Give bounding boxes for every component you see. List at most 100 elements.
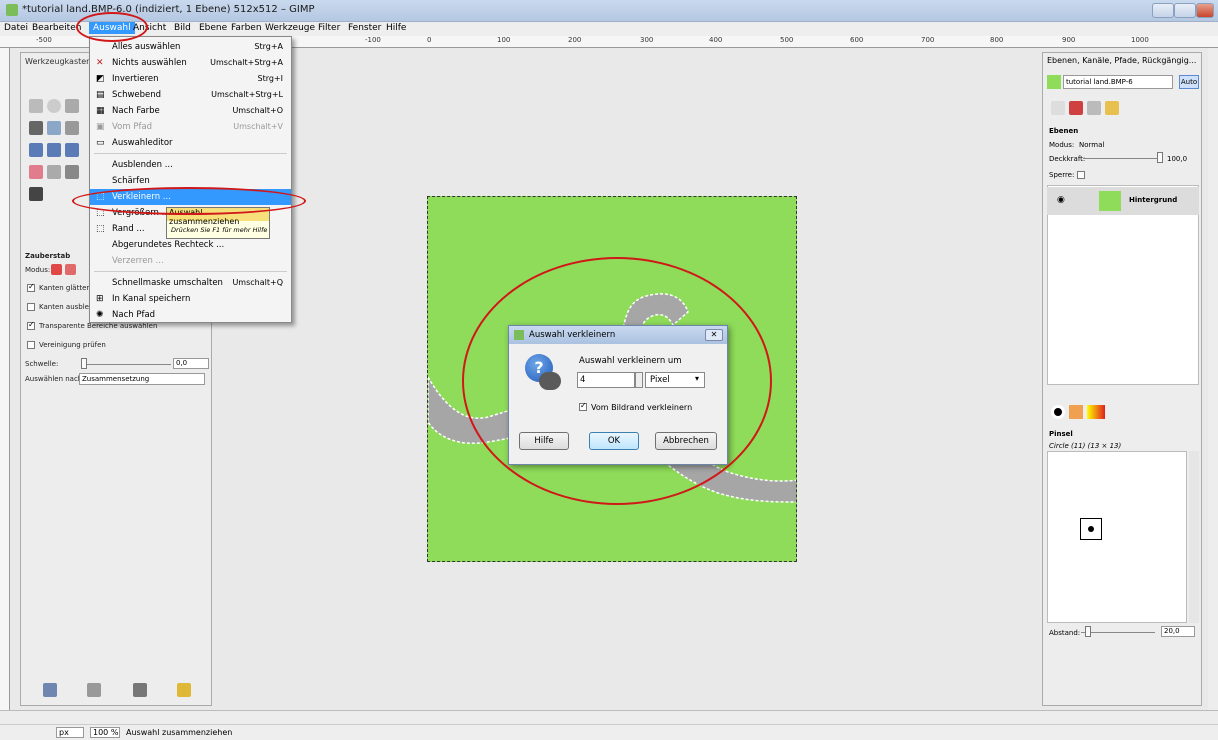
ruler-label: 200	[568, 36, 582, 44]
opacity-slider-handle[interactable]	[1157, 152, 1163, 163]
feather-checkbox[interactable]	[27, 303, 35, 311]
spacing-input[interactable]: 20,0	[1161, 626, 1195, 637]
delete-options-icon[interactable]	[133, 683, 147, 697]
paths-icon[interactable]	[29, 121, 43, 135]
mode-add-icon[interactable]	[65, 264, 76, 275]
reset-options-icon[interactable]	[177, 683, 191, 697]
brush-name: Circle (11) (13 × 13)	[1049, 442, 1122, 450]
save-options-icon[interactable]	[43, 683, 57, 697]
menu-item-label: Rand ...	[112, 224, 145, 234]
layers-tab-icon[interactable]	[1051, 101, 1065, 115]
restore-options-icon[interactable]	[87, 683, 101, 697]
menu-bild[interactable]: Bild	[174, 23, 191, 33]
menu-farben[interactable]: Farben	[231, 23, 262, 33]
spacing-slider-handle[interactable]	[1085, 626, 1091, 637]
menu-item[interactable]: Schnellmaske umschalten Umschalt+Q	[90, 275, 291, 291]
menu-item[interactable]: ▭ Auswahleditor	[90, 135, 291, 151]
menu-item-label: Ausblenden ...	[112, 160, 173, 170]
lock-pixels-checkbox[interactable]	[1077, 171, 1085, 179]
layer-mode-value[interactable]: Normal	[1079, 141, 1104, 149]
menu-bearbeiten[interactable]: Bearbeiten	[32, 23, 81, 33]
menu-item[interactable]: ✕ Nichts auswählen Umschalt+Strg+A	[90, 55, 291, 71]
layer-row[interactable]: ◉ Hintergrund	[1047, 187, 1199, 215]
menu-separator	[94, 271, 287, 272]
menu-item-shortcut: Umschalt+Q	[232, 278, 283, 287]
ruler-label: -500	[36, 36, 52, 44]
ruler-label: 300	[640, 36, 654, 44]
brush-scrollbar[interactable]	[1189, 451, 1199, 623]
menu-item[interactable]: ▤ Schwebend Umschalt+Strg+L	[90, 87, 291, 103]
paths-tab-icon[interactable]	[1087, 101, 1101, 115]
menu-item-icon: ⬚	[96, 224, 105, 234]
brushes-tab-icon[interactable]	[1051, 405, 1065, 419]
layer-mode-label: Modus:	[1049, 141, 1075, 149]
select-by-label: Auswählen nach:	[25, 375, 85, 383]
ruler-label: 900	[1062, 36, 1076, 44]
gradients-tab-icon[interactable]	[1087, 405, 1105, 419]
patterns-tab-icon[interactable]	[1069, 405, 1083, 419]
menu-item-label: Nichts auswählen	[112, 58, 187, 68]
layers-label: Ebenen	[1049, 127, 1079, 135]
menu-hilfe[interactable]: Hilfe	[386, 23, 406, 33]
channels-tab-icon[interactable]	[1069, 101, 1083, 115]
opacity-value[interactable]: 100,0	[1167, 155, 1187, 163]
menu-filter[interactable]: Filter	[318, 23, 340, 33]
mode-replace-icon[interactable]	[51, 264, 62, 275]
brush-grid[interactable]	[1047, 451, 1187, 623]
lasso-icon[interactable]	[65, 99, 79, 113]
undo-tab-icon[interactable]	[1105, 101, 1119, 115]
airbrush-icon[interactable]	[47, 165, 61, 179]
menu-bar: Datei Bearbeiten Auswahl Ansicht Bild Eb…	[0, 22, 1218, 36]
close-window-button[interactable]	[1196, 3, 1214, 18]
menu-werkzeuge[interactable]: Werkzeuge	[265, 23, 315, 33]
menu-item-icon: ▤	[96, 90, 105, 100]
transparent-checkbox[interactable]	[27, 320, 35, 330]
menu-item[interactable]: ◩ Invertieren Strg+I	[90, 71, 291, 87]
zoom-select[interactable]: 100 %	[90, 727, 120, 738]
menu-item-icon: ⊞	[96, 294, 104, 304]
menu-item: Verzerren ...	[90, 253, 291, 269]
ellipse-select-icon[interactable]	[47, 99, 61, 113]
unit-select[interactable]: px	[56, 727, 84, 738]
rect-select-icon[interactable]	[29, 99, 43, 113]
tool-options-title: Zauberstab	[25, 252, 71, 260]
flip-icon[interactable]	[65, 143, 79, 157]
menu-item[interactable]: ⊞ In Kanal speichern	[90, 291, 291, 307]
minimize-button[interactable]	[1152, 3, 1174, 18]
menu-ebene[interactable]: Ebene	[199, 23, 227, 33]
horizontal-scrollbar[interactable]	[0, 710, 1218, 724]
layers-dock: Ebenen, Kanäle, Pfade, Rückgängig... tut…	[1042, 52, 1202, 706]
align-icon[interactable]	[29, 143, 43, 157]
window-title: *tutorial land.BMP-6.0 (indiziert, 1 Ebe…	[22, 4, 315, 15]
threshold-slider-handle[interactable]	[81, 358, 87, 369]
auto-button[interactable]: Auto	[1179, 75, 1199, 89]
menu-item[interactable]: ▦ Nach Farbe Umschalt+O	[90, 103, 291, 119]
menu-fenster[interactable]: Fenster	[348, 23, 381, 33]
menu-datei[interactable]: Datei	[4, 23, 28, 33]
eye-icon[interactable]: ◉	[1057, 195, 1065, 205]
status-bar: px 100 % Auswahl zusammenziehen	[0, 724, 1218, 740]
antialias-label: Kanten glätten	[39, 284, 91, 292]
status-message: Auswahl zusammenziehen	[126, 728, 233, 737]
maximize-button[interactable]	[1174, 3, 1196, 18]
select-by-dropdown[interactable]: Zusammensetzung	[79, 373, 205, 385]
layers-list	[1047, 185, 1199, 385]
menu-separator	[94, 153, 287, 154]
menu-item-shortcut: Umschalt+O	[232, 106, 283, 115]
menu-item-label: Alles auswählen	[112, 42, 181, 52]
menu-item[interactable]: ✺ Nach Pfad	[90, 307, 291, 323]
image-select-dropdown[interactable]: tutorial land.BMP-6	[1063, 75, 1173, 89]
zoom-icon[interactable]	[47, 121, 61, 135]
smudge-icon[interactable]	[29, 187, 43, 201]
menu-item[interactable]: Abgerundetes Rechteck ...	[90, 237, 291, 253]
measure-icon[interactable]	[65, 121, 79, 135]
menu-item-icon: ✺	[96, 310, 104, 320]
sample-merged-checkbox[interactable]	[27, 341, 35, 349]
eraser-icon[interactable]	[29, 165, 43, 179]
clone-icon[interactable]	[65, 165, 79, 179]
threshold-input[interactable]: 0,0	[173, 358, 209, 369]
menu-item[interactable]: Ausblenden ...	[90, 157, 291, 173]
move-icon[interactable]	[47, 143, 61, 157]
vertical-scrollbar[interactable]	[1208, 48, 1218, 710]
antialias-checkbox[interactable]	[27, 282, 35, 292]
